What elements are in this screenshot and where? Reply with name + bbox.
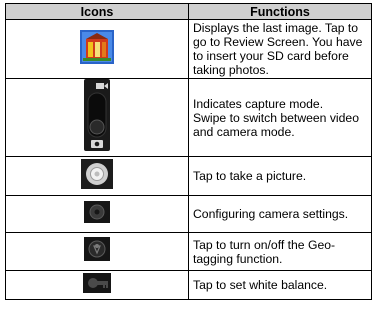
icon-cell: [5, 195, 189, 233]
table-row: Displays the last image. Tap to go to Re…: [5, 19, 372, 79]
function-description: Displays the last image. Tap to go to Re…: [188, 19, 372, 79]
function-description: Tap to take a picture.: [188, 156, 372, 196]
table-row: Configuring camera settings.: [5, 195, 372, 233]
icons-functions-table: Icons Functions Displays the last image.…: [5, 3, 372, 300]
icon-cell: [5, 78, 189, 157]
geo-tagging-icon: [84, 237, 110, 266]
function-description: Tap to set white balance.: [188, 270, 372, 300]
table-row: Tap to take a picture.: [5, 156, 372, 196]
function-text: Tap to set white balance.: [193, 278, 328, 292]
function-text: Tap to turn on/off the Geo-tagging funct…: [193, 237, 336, 266]
shutter-icon: [81, 158, 113, 194]
table-header-row: Icons Functions: [5, 3, 372, 20]
white-balance-icon: [83, 272, 111, 298]
functions-column-header: Functions: [188, 3, 372, 20]
icons-column-header: Icons: [5, 3, 189, 20]
icon-cell: [5, 19, 189, 79]
function-text: Tap to take a picture.: [193, 169, 307, 183]
capture-mode-switch-icon: [84, 79, 110, 156]
icon-cell: [5, 270, 189, 300]
function-text: Displays the last image. Tap to go to Re…: [193, 21, 363, 77]
icon-cell: [5, 156, 189, 196]
last-image-thumbnail-icon: [80, 29, 114, 69]
function-text: Indicates capture mode. Swipe to switch …: [193, 96, 359, 139]
table-row: Indicates capture mode. Swipe to switch …: [5, 78, 372, 157]
table-row: Tap to set white balance.: [5, 270, 372, 300]
table-row: Tap to turn on/off the Geo-tagging funct…: [5, 232, 372, 271]
function-text: Configuring camera settings.: [193, 207, 349, 221]
icon-cell: [5, 232, 189, 271]
function-description: Tap to turn on/off the Geo-tagging funct…: [188, 232, 372, 271]
function-description: Configuring camera settings.: [188, 195, 372, 233]
function-description: Indicates capture mode. Swipe to switch …: [188, 78, 372, 157]
camera-settings-icon: [84, 200, 110, 228]
